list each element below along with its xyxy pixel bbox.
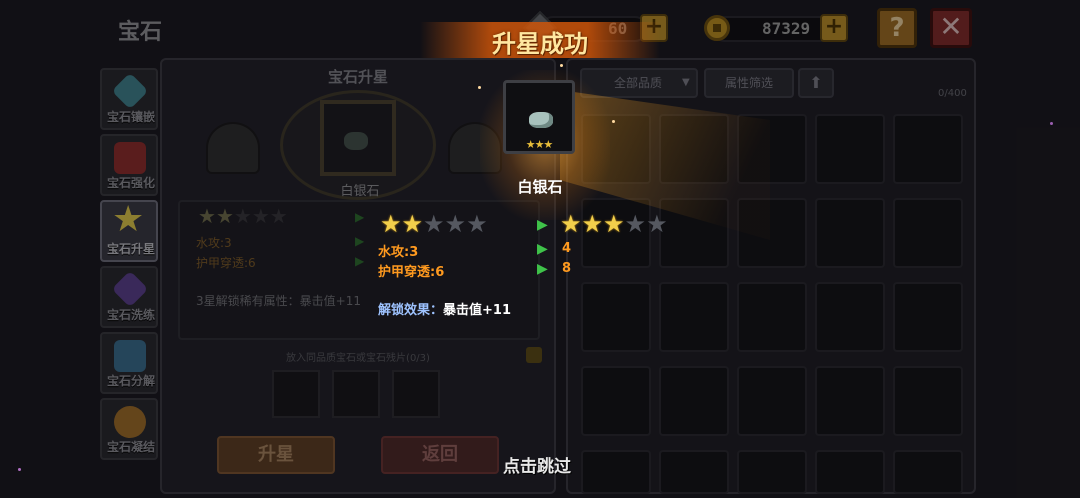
star-icon: ★ <box>624 210 647 238</box>
silver-gem-icon <box>529 112 553 128</box>
star-icon: ★ <box>423 210 445 238</box>
star-icon: ★ <box>466 210 488 238</box>
result-card-stars: ★★★ <box>525 138 554 151</box>
star-icon: ★ <box>560 210 582 238</box>
star-icon: ★ <box>581 210 604 238</box>
sparkle-particle <box>560 64 563 67</box>
sparkle-particle <box>1050 122 1053 125</box>
star-icon: ★ <box>603 210 625 238</box>
sparkle-particle <box>478 86 481 89</box>
arrow-icon: ▶ <box>537 261 548 277</box>
popup-stat-water-attack-new: 4 <box>562 241 572 256</box>
result-gem-name: 白银石 <box>517 178 563 196</box>
skip-prompt[interactable]: 点击跳过 <box>503 452 571 477</box>
sparkle-particle <box>18 468 21 471</box>
unlock-effect: 解锁效果：暴击值+11 <box>378 299 511 318</box>
new-star-rating: ★★★★★ <box>560 212 668 236</box>
success-title: 升星成功 <box>492 30 588 58</box>
popup-stat-water-attack: 水攻:3 <box>378 245 419 260</box>
star-icon: ★ <box>646 210 668 238</box>
unlock-effect-value: 暴击值+11 <box>443 303 511 318</box>
arrow-icon: ▶ <box>537 241 548 257</box>
star-icon: ★ <box>444 210 467 238</box>
star-icon: ★ <box>380 210 402 238</box>
star-icon: ★ <box>401 210 424 238</box>
sparkle-particle <box>612 120 615 123</box>
arrow-icon: ▶ <box>537 217 548 233</box>
old-star-rating: ★★★★★ <box>380 212 488 236</box>
popup-stat-armor-penetration-new: 8 <box>562 261 572 276</box>
popup-stat-armor-penetration: 护甲穿透:6 <box>378 265 445 280</box>
unlock-effect-label: 解锁效果： <box>378 303 444 318</box>
